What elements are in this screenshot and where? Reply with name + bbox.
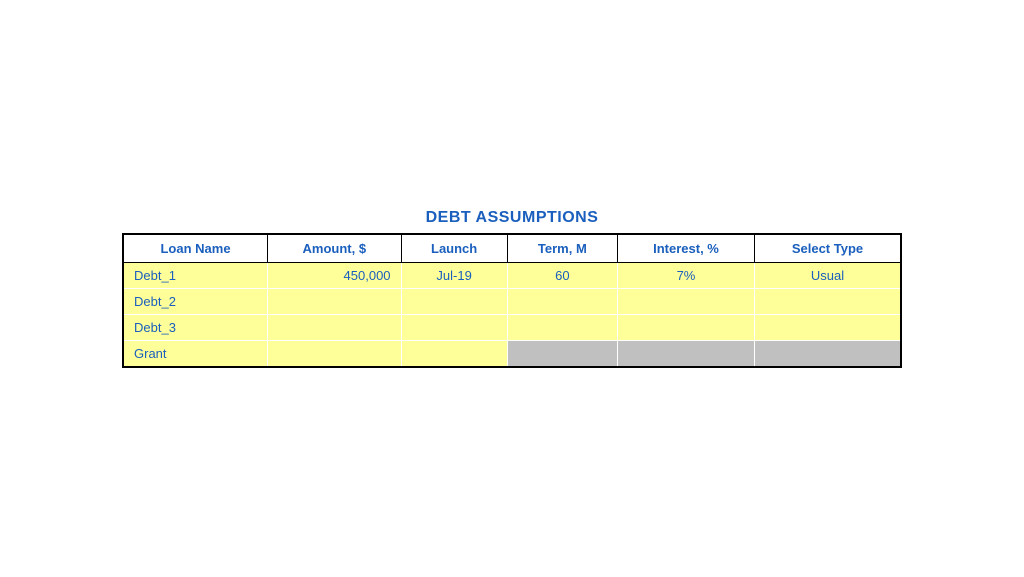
cell-term[interactable] bbox=[507, 315, 617, 341]
table-row: Grant bbox=[123, 341, 901, 368]
table-header: Loan Name Amount, $ Launch Term, M Inter… bbox=[123, 234, 901, 263]
cell-amount[interactable] bbox=[268, 315, 401, 341]
table-row: Debt_2 bbox=[123, 289, 901, 315]
col-header-amount: Amount, $ bbox=[268, 234, 401, 263]
col-header-loan-name: Loan Name bbox=[123, 234, 268, 263]
cell-select-type[interactable]: Usual bbox=[754, 263, 901, 289]
page-container: DEBT ASSUMPTIONS Loan Name Amount, $ Lau… bbox=[0, 0, 1024, 577]
cell-loan-name[interactable]: Debt_1 bbox=[123, 263, 268, 289]
col-header-interest: Interest, % bbox=[618, 234, 755, 263]
table-title: DEBT ASSUMPTIONS bbox=[426, 209, 599, 227]
col-header-launch: Launch bbox=[401, 234, 507, 263]
cell-term[interactable] bbox=[507, 289, 617, 315]
cell-term[interactable]: 60 bbox=[507, 263, 617, 289]
table-row: Debt_1 450,000 Jul-19 60 7% Usual bbox=[123, 263, 901, 289]
cell-loan-name[interactable]: Grant bbox=[123, 341, 268, 368]
col-header-select-type: Select Type bbox=[754, 234, 901, 263]
cell-amount[interactable] bbox=[268, 289, 401, 315]
cell-interest[interactable] bbox=[618, 289, 755, 315]
cell-amount[interactable] bbox=[268, 341, 401, 368]
cell-launch[interactable]: Jul-19 bbox=[401, 263, 507, 289]
cell-interest[interactable]: 7% bbox=[618, 263, 755, 289]
col-header-term: Term, M bbox=[507, 234, 617, 263]
table-row: Debt_3 bbox=[123, 315, 901, 341]
cell-term bbox=[507, 341, 617, 368]
cell-launch[interactable] bbox=[401, 341, 507, 368]
debt-assumptions-table: Loan Name Amount, $ Launch Term, M Inter… bbox=[122, 233, 902, 368]
cell-loan-name[interactable]: Debt_3 bbox=[123, 315, 268, 341]
cell-interest[interactable] bbox=[618, 315, 755, 341]
header-row: Loan Name Amount, $ Launch Term, M Inter… bbox=[123, 234, 901, 263]
table-wrapper: DEBT ASSUMPTIONS Loan Name Amount, $ Lau… bbox=[122, 209, 902, 368]
table-body: Debt_1 450,000 Jul-19 60 7% Usual Debt_2 bbox=[123, 263, 901, 368]
cell-amount[interactable]: 450,000 bbox=[268, 263, 401, 289]
cell-interest bbox=[618, 341, 755, 368]
cell-launch[interactable] bbox=[401, 289, 507, 315]
cell-select-type[interactable] bbox=[754, 289, 901, 315]
cell-select-type bbox=[754, 341, 901, 368]
cell-launch[interactable] bbox=[401, 315, 507, 341]
cell-select-type[interactable] bbox=[754, 315, 901, 341]
cell-loan-name[interactable]: Debt_2 bbox=[123, 289, 268, 315]
